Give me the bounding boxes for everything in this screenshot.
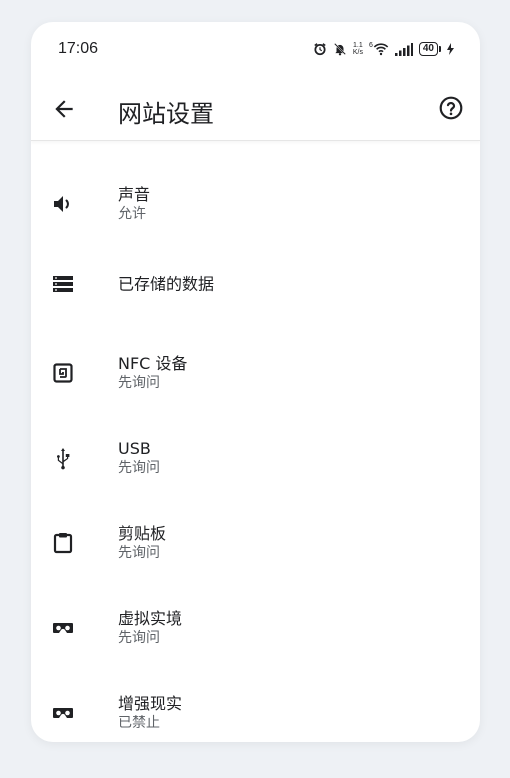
setting-ar-text: 增强现实 已禁止	[118, 693, 182, 733]
notifications-off-icon	[333, 42, 347, 56]
setting-vr-text: 虚拟实境 先询问	[118, 608, 182, 648]
nfc-icon	[51, 361, 75, 385]
vr-headset-icon	[51, 616, 75, 640]
setting-ar[interactable]: 增强现实 已禁止	[31, 681, 480, 742]
charging-icon	[447, 43, 454, 55]
setting-subtitle: 已禁止	[118, 715, 160, 731]
setting-clipboard[interactable]: 剪贴板 先询问	[31, 511, 480, 575]
setting-clipboard-text: 剪贴板 先询问	[118, 523, 166, 563]
setting-title: 已存储的数据	[118, 274, 215, 294]
arrow-back-icon	[55, 100, 73, 118]
signal-icon	[394, 42, 413, 56]
back-button[interactable]	[51, 96, 77, 122]
setting-title: 剪贴板	[118, 524, 167, 543]
setting-nfc-text: NFC 设备 先询问	[118, 353, 187, 393]
help-circle-icon	[439, 96, 463, 120]
app-bar: 网站设置	[31, 78, 480, 141]
clipboard-icon	[51, 531, 75, 555]
setting-vr[interactable]: 虚拟实境 先询问	[31, 596, 480, 660]
wifi-icon: 6	[369, 42, 389, 56]
volume-icon	[51, 192, 75, 216]
status-icons: 1.1 K/s 6 40	[313, 40, 454, 58]
page-title: 网站设置	[118, 100, 214, 128]
setting-title: 声音	[118, 185, 151, 204]
setting-title: 增强现实	[118, 694, 183, 713]
status-bar: 17:06 1.1 K/s 6 40	[31, 22, 480, 78]
setting-subtitle: 先询问	[118, 375, 160, 391]
net-speed-unit: K/s	[352, 49, 363, 56]
setting-usb[interactable]: USB 先询问	[31, 426, 480, 490]
phone-screen: 17:06 1.1 K/s 6 40 网站设置 声音 允许 已存储的数据 NFC…	[31, 22, 480, 742]
setting-subtitle: 先询问	[118, 545, 160, 561]
net-speed-value: 1.1	[353, 42, 363, 49]
status-time: 17:06	[58, 40, 99, 57]
setting-title: USB	[118, 439, 151, 458]
net-speed: 1.1 K/s	[353, 42, 363, 56]
setting-subtitle: 允许	[118, 206, 146, 222]
setting-stored-data[interactable]: 已存储的数据	[31, 256, 480, 312]
setting-nfc[interactable]: NFC 设备 先询问	[31, 341, 480, 405]
setting-subtitle: 先询问	[118, 630, 160, 646]
setting-sound[interactable]: 声音 允许	[31, 172, 480, 236]
setting-sound-text: 声音 允许	[118, 184, 150, 224]
battery-cap	[439, 46, 441, 52]
usb-icon	[51, 446, 75, 470]
storage-icon	[51, 272, 75, 296]
setting-title: NFC 设备	[118, 354, 188, 373]
help-button[interactable]	[438, 95, 464, 121]
setting-usb-text: USB 先询问	[118, 438, 160, 478]
setting-subtitle: 先询问	[118, 460, 160, 476]
battery-level: 40	[418, 42, 438, 56]
setting-title: 虚拟实境	[118, 609, 183, 628]
battery-icon: 40	[418, 42, 441, 56]
setting-stored-data-text: 已存储的数据	[118, 274, 214, 295]
alarm-icon	[313, 42, 327, 56]
ar-headset-icon	[51, 701, 75, 725]
